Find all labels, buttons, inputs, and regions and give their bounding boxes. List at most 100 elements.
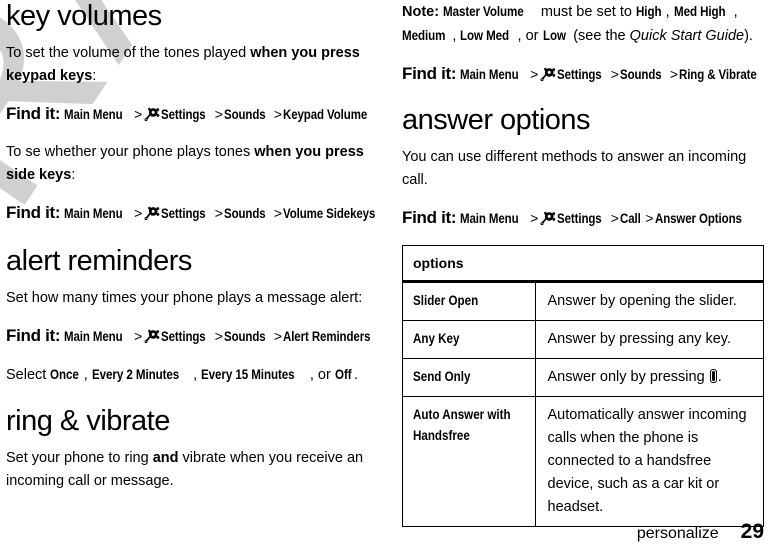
- table-row: Slider Open Answer by opening the slider…: [402, 281, 764, 321]
- crumb-main-menu: Main Menu: [64, 206, 123, 221]
- text-fragment: ,: [665, 4, 674, 20]
- paragraph-key-volumes-1: To set the volume of the tones played wh…: [6, 42, 378, 88]
- gear-icon: [144, 206, 160, 221]
- text-fragment: To set the volume of the tones played: [6, 45, 251, 61]
- crumb-separator: >: [645, 210, 654, 226]
- option-off: Off: [334, 367, 352, 382]
- gear-icon: [540, 67, 556, 82]
- paragraph-key-volumes-2: To se whether your phone plays tones whe…: [6, 141, 378, 187]
- text-fragment: ).: [744, 28, 753, 44]
- level-high: High: [635, 4, 662, 19]
- crumb-call: Call: [619, 211, 641, 226]
- crumb-separator: >: [134, 205, 143, 221]
- text-fragment: Select: [6, 367, 51, 383]
- text-or: or: [317, 367, 331, 383]
- crumb-ring-vibrate: Ring & Vibrate: [679, 67, 757, 82]
- crumb-sounds: Sounds: [223, 107, 266, 122]
- crumb-separator: >: [530, 210, 539, 226]
- term-text-line2: Handsfree: [413, 428, 470, 443]
- send-key-icon: [709, 369, 717, 383]
- options-table: options Slider Open Answer by opening th…: [402, 245, 764, 527]
- crumb-keypad-volume: Keypad Volume: [283, 107, 368, 122]
- text-bold: and: [152, 450, 179, 466]
- table-row: Send Only Answer only by pressing .: [402, 358, 764, 397]
- findit-volume-sidekeys: Find it: Main Menu > Settings >Sounds >Volum…: [6, 202, 378, 225]
- option-term-any-key: Any Key: [402, 320, 536, 359]
- crumb-settings: Settings: [161, 329, 206, 344]
- term-text: Slider Open: [413, 293, 479, 308]
- right-column: Note: Master Volume must be set to High,…: [402, 0, 764, 527]
- table-header-options: options: [402, 245, 764, 283]
- findit-label: Find it:: [402, 64, 457, 83]
- level-medium: Medium: [402, 28, 446, 43]
- crumb-separator: >: [214, 328, 223, 344]
- option-desc-auto-answer: Automatically answer incoming calls when…: [534, 396, 764, 527]
- findit-alert-reminders: Find it: Main Menu > Settings >Sounds >Alert…: [6, 325, 378, 348]
- gear-icon: [144, 329, 160, 344]
- note-label: Note:: [402, 4, 440, 20]
- text-fragment: Answer only by pressing: [547, 369, 709, 385]
- gear-icon: [144, 107, 160, 122]
- option-every-15-minutes: Every 15 Minutes: [201, 367, 295, 382]
- crumb-separator: >: [610, 66, 619, 82]
- table-header-row: options: [402, 245, 764, 283]
- crumb-separator: >: [273, 328, 283, 344]
- crumb-sounds: Sounds: [223, 206, 266, 221]
- heading-ring-vibrate: ring & vibrate: [6, 405, 170, 437]
- text-fragment: :: [92, 68, 97, 84]
- option-desc-any-key: Answer by pressing any key.: [534, 320, 764, 359]
- crumb-main-menu: Main Menu: [460, 211, 519, 226]
- table-row: Any Key Answer by pressing any key.: [402, 320, 764, 359]
- text-fragment: .: [717, 369, 722, 385]
- option-every-2-minutes: Every 2 Minutes: [91, 367, 179, 382]
- level-low-med: Low Med: [460, 28, 510, 43]
- findit-keypad-volume: Find it: Main Menu > Settings >Sounds >Keypa…: [6, 103, 378, 126]
- heading-alert-reminders: alert reminders: [6, 245, 192, 277]
- option-desc-slider-open: Answer by opening the slider.: [534, 281, 764, 321]
- term-text: Any Key: [413, 331, 460, 346]
- option-desc-send-only: Answer only by pressing .: [534, 358, 764, 397]
- crumb-separator: >: [134, 328, 143, 344]
- footer-page-number: 29: [740, 520, 764, 543]
- heading-answer-options: answer options: [402, 104, 591, 136]
- paragraph-ring-vibrate: Set your phone to ring and vibrate when …: [6, 447, 378, 493]
- crumb-main-menu: Main Menu: [64, 107, 123, 122]
- table-row: Auto Answer with Handsfree Automatically …: [402, 396, 764, 527]
- text-fragment: ,: [733, 4, 742, 20]
- findit-answer-options: Find it: Main Menu > Settings >Call >Answer …: [402, 207, 764, 230]
- findit-label: Find it:: [6, 326, 61, 345]
- crumb-separator: >: [214, 205, 223, 221]
- level-low: Low: [542, 28, 566, 43]
- paragraph-select-options: Select Once, Every 2 Minutes, Every 15 M…: [6, 363, 378, 387]
- text-fragment: :: [71, 167, 76, 183]
- crumb-answer-options: Answer Options: [654, 211, 742, 226]
- crumb-settings: Settings: [161, 206, 206, 221]
- gear-icon: [540, 211, 556, 226]
- footer-chapter-name: personalize: [636, 525, 719, 542]
- crumb-sounds: Sounds: [223, 329, 266, 344]
- text-fragment: .: [354, 367, 359, 383]
- crumb-settings: Settings: [557, 67, 602, 82]
- manual-page: key volumes To set the volume of the ton…: [0, 0, 770, 550]
- crumb-separator: >: [273, 106, 283, 122]
- crumb-separator: >: [134, 106, 143, 122]
- crumb-volume-sidekeys: Volume Sidekeys: [283, 206, 376, 221]
- option-term-auto-answer: Auto Answer with Handsfree: [402, 396, 536, 527]
- crumb-separator: >: [610, 210, 619, 226]
- text-fragment: ,: [309, 367, 318, 383]
- option-term-slider-open: Slider Open: [402, 281, 536, 321]
- paragraph-answer-options: You can use different methods to answer …: [402, 149, 747, 188]
- option-term-send-only: Send Only: [402, 358, 536, 397]
- text-fragment: (see the: [569, 28, 630, 44]
- crumb-separator: >: [273, 205, 283, 221]
- paragraph-alert-reminders: Set how many times your phone plays a me…: [6, 290, 363, 306]
- findit-label: Find it:: [6, 203, 61, 222]
- crumb-separator: >: [530, 66, 539, 82]
- text-fragment: must be set to: [536, 4, 636, 20]
- crumb-main-menu: Main Menu: [460, 67, 519, 82]
- text-fragment: , or: [517, 28, 543, 44]
- option-once: Once: [50, 367, 80, 382]
- findit-ring-vibrate: Find it: Main Menu > Settings >Sounds >Ring …: [402, 63, 764, 86]
- crumb-main-menu: Main Menu: [64, 329, 123, 344]
- crumb-separator: >: [214, 106, 223, 122]
